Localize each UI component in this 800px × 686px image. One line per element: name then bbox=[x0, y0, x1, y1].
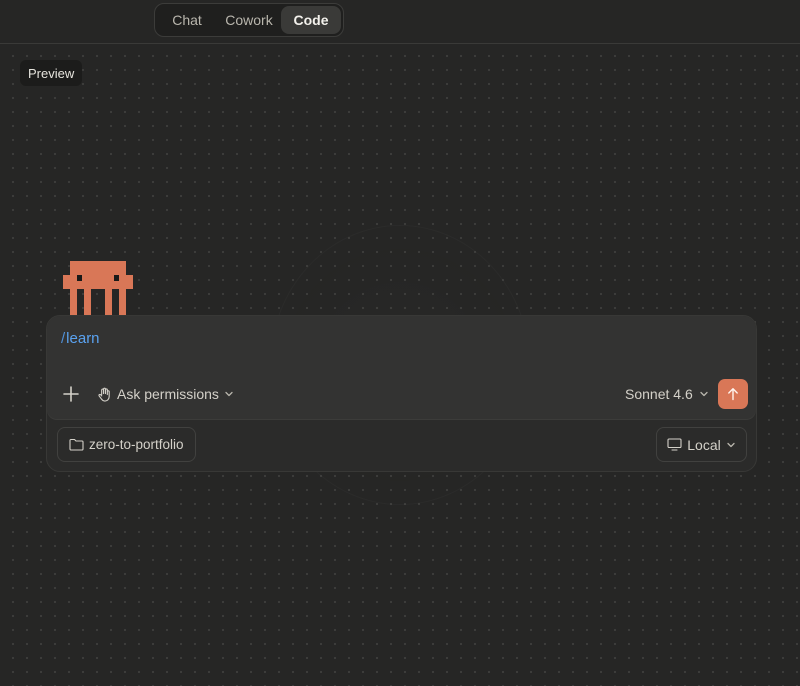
plus-icon bbox=[63, 386, 79, 402]
tab-cowork[interactable]: Cowork bbox=[217, 6, 281, 34]
permissions-label: Ask permissions bbox=[117, 386, 219, 402]
project-folder-button[interactable]: zero-to-portfolio bbox=[57, 427, 196, 462]
monitor-icon bbox=[667, 438, 682, 451]
main-canvas: Preview /learn Ask permissions Sonnet 4.… bbox=[0, 45, 800, 686]
command-slash: / bbox=[61, 330, 66, 347]
model-label: Sonnet 4.6 bbox=[625, 386, 693, 402]
chevron-down-icon bbox=[727, 442, 735, 447]
mode-switcher: Chat Cowork Code bbox=[154, 3, 344, 37]
command-name: learn bbox=[66, 330, 100, 347]
hand-icon bbox=[98, 387, 110, 402]
prompt-input-text: /learn bbox=[61, 330, 100, 347]
pixel-crab-mascot-icon bbox=[63, 261, 133, 317]
chevron-down-icon bbox=[225, 391, 233, 397]
add-attachment-button[interactable] bbox=[59, 382, 83, 406]
tab-code[interactable]: Code bbox=[281, 6, 341, 34]
tab-chat[interactable]: Chat bbox=[157, 6, 217, 34]
chevron-down-icon bbox=[700, 391, 708, 397]
folder-icon bbox=[69, 438, 84, 451]
arrow-up-icon bbox=[728, 388, 738, 401]
project-folder-label: zero-to-portfolio bbox=[89, 437, 184, 452]
environment-dropdown[interactable]: Local bbox=[656, 427, 747, 462]
prompt-composer: /learn Ask permissions Sonnet 4.6 zero-t… bbox=[46, 315, 757, 472]
permissions-dropdown[interactable]: Ask permissions bbox=[97, 382, 234, 406]
prompt-input[interactable]: /learn Ask permissions Sonnet 4.6 bbox=[47, 316, 756, 419]
top-bar: Chat Cowork Code bbox=[0, 0, 800, 44]
preview-badge: Preview bbox=[20, 60, 83, 86]
model-selector[interactable]: Sonnet 4.6 bbox=[625, 382, 709, 406]
send-button[interactable] bbox=[718, 379, 748, 409]
environment-label: Local bbox=[687, 436, 721, 453]
